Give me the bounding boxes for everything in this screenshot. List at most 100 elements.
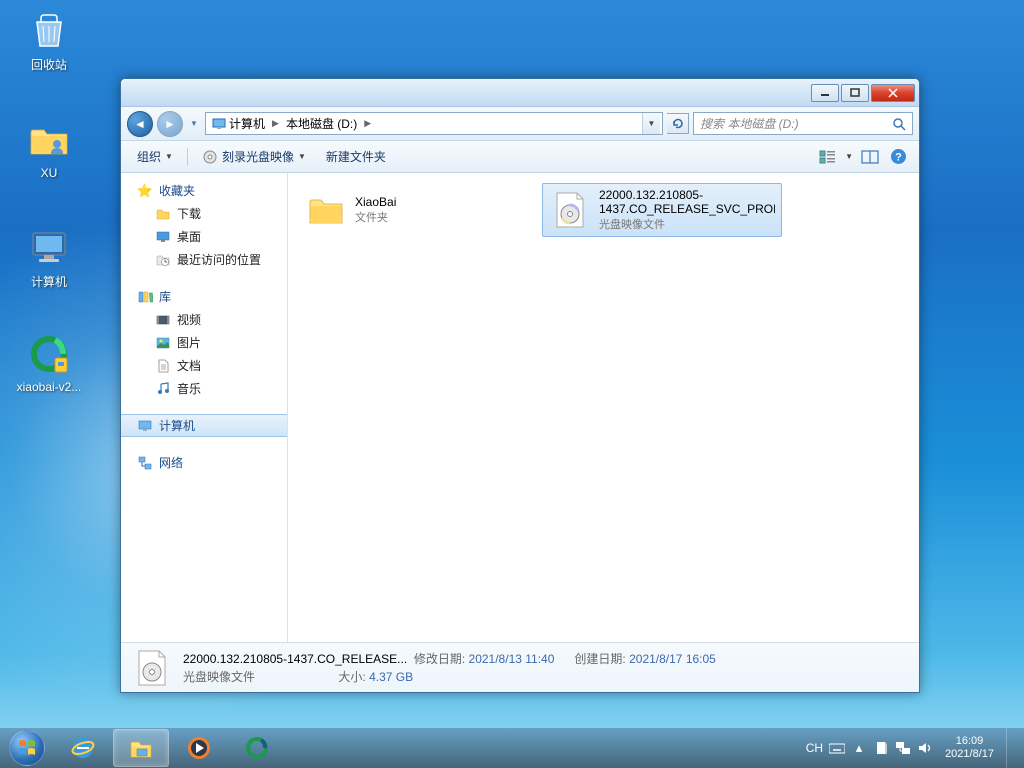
disc-icon (202, 149, 218, 165)
music-icon (155, 381, 171, 397)
desktop-icon-user-folder[interactable]: XU (12, 118, 86, 180)
sidebar-label: 图片 (177, 334, 201, 351)
keyboard-icon[interactable] (829, 740, 845, 756)
file-item-iso[interactable]: 22000.132.210805-1437.CO_RELEASE_SVC_PRO… (542, 183, 782, 237)
media-player-icon (185, 734, 213, 762)
back-button[interactable]: ◄ (127, 111, 153, 137)
file-area[interactable]: XiaoBai 文件夹 22000.132.210805-1437.CO_REL… (288, 173, 919, 642)
burn-disc-button[interactable]: 刻录光盘映像 ▼ (196, 145, 312, 168)
new-folder-button[interactable]: 新建文件夹 (320, 145, 392, 168)
desktop: 回收站 XU 计算机 xiaobai-v2... ◄ ► ▼ (0, 0, 1024, 728)
navigation-bar: ◄ ► ▼ 计算机 ▶ 本地磁盘 (D:) ▶ ▼ 搜索 本地磁盘 (D:) (121, 107, 919, 141)
status-label: 修改日期: (414, 652, 465, 666)
explorer-icon (127, 734, 155, 762)
chevron-down-icon[interactable]: ▼ (845, 152, 853, 161)
search-input[interactable]: 搜索 本地磁盘 (D:) (693, 112, 913, 135)
status-label: 大小: (338, 670, 365, 684)
address-bar[interactable]: 计算机 ▶ 本地磁盘 (D:) ▶ ▼ (205, 112, 663, 135)
file-name: XiaoBai (355, 195, 531, 209)
disc-image-icon (549, 189, 591, 231)
taskbar-explorer-button[interactable] (113, 729, 169, 767)
desktop-icon-label: XU (41, 166, 58, 180)
sidebar-item-pictures[interactable]: 图片 (121, 331, 287, 354)
nav-history-dropdown[interactable]: ▼ (187, 114, 201, 134)
breadcrumb-computer[interactable]: 计算机 (208, 115, 268, 132)
show-desktop-button[interactable] (1006, 728, 1018, 768)
taskbar-media-player-button[interactable] (171, 729, 227, 767)
refresh-button[interactable] (667, 113, 689, 134)
chevron-down-icon: ▼ (298, 152, 306, 161)
status-label: 创建日期: (574, 652, 625, 666)
forward-button[interactable]: ► (157, 111, 183, 137)
sidebar-favorites-head[interactable]: ⭐ 收藏夹 (121, 179, 287, 202)
star-icon: ⭐ (137, 183, 153, 199)
sidebar-item-desktop[interactable]: 桌面 (121, 225, 287, 248)
toolbar-label: 组织 (137, 148, 161, 165)
status-value: 2021/8/17 16:05 (629, 652, 716, 666)
sidebar-item-downloads[interactable]: 下载 (121, 202, 287, 225)
sidebar-label: 视频 (177, 311, 201, 328)
network-icon (137, 455, 153, 471)
tray-expand-icon[interactable]: ▴ (851, 740, 867, 756)
file-info: XiaoBai 文件夹 (355, 195, 531, 225)
sidebar-item-documents[interactable]: 文档 (121, 354, 287, 377)
recent-icon (155, 252, 171, 268)
folder-icon (27, 118, 71, 162)
chevron-right-icon[interactable]: ▶ (272, 118, 279, 129)
desktop-icon-label: 回收站 (31, 58, 67, 72)
recycle-bin-icon (27, 8, 71, 52)
sidebar-item-music[interactable]: 音乐 (121, 377, 287, 400)
organize-button[interactable]: 组织 ▼ (131, 145, 179, 168)
ie-icon (69, 734, 97, 762)
desktop-icon-xiaobai[interactable]: xiaobai-v2... (12, 332, 86, 394)
preview-pane-button[interactable] (859, 146, 881, 168)
desktop-icon-label: 计算机 (31, 275, 67, 289)
desktop-icon-recycle-bin[interactable]: 回收站 (12, 8, 86, 73)
sidebar-label: 桌面 (177, 228, 201, 245)
desktop-icon-computer[interactable]: 计算机 (12, 225, 86, 290)
sidebar-label: 库 (159, 288, 171, 305)
explorer-body: ⭐ 收藏夹 下载 桌面 最近访问的位置 库 视频 图片 文档 音乐 计算机 网络 (121, 173, 919, 642)
toolbar: 组织 ▼ 刻录光盘映像 ▼ 新建文件夹 ▼ ? (121, 141, 919, 173)
view-options-button[interactable] (817, 146, 839, 168)
sidebar-libraries-head[interactable]: 库 (121, 285, 287, 308)
breadcrumb-label: 计算机 (229, 115, 265, 132)
language-indicator[interactable]: CH (806, 741, 823, 755)
taskbar-ie-button[interactable] (55, 729, 111, 767)
sidebar-item-recent[interactable]: 最近访问的位置 (121, 248, 287, 271)
status-title: 22000.132.210805-1437.CO_RELEASE... (183, 652, 407, 666)
titlebar[interactable] (121, 79, 919, 107)
status-bar: 22000.132.210805-1437.CO_RELEASE... 修改日期… (121, 642, 919, 692)
sidebar-label: 文档 (177, 357, 201, 374)
network-icon[interactable] (895, 740, 911, 756)
minimize-button[interactable] (811, 84, 839, 102)
clock[interactable]: 16:09 2021/8/17 (939, 735, 1000, 761)
start-button[interactable] (0, 728, 54, 768)
maximize-button[interactable] (841, 84, 869, 102)
xiaobai-icon (243, 734, 271, 762)
file-item-folder[interactable]: XiaoBai 文件夹 (298, 183, 538, 237)
taskbar-xiaobai-button[interactable] (229, 729, 285, 767)
help-button[interactable]: ? (887, 146, 909, 168)
chevron-down-icon: ▼ (165, 152, 173, 161)
sidebar-label: 收藏夹 (159, 182, 195, 199)
close-button[interactable] (871, 84, 915, 102)
address-dropdown[interactable]: ▼ (642, 113, 660, 134)
chevron-right-icon[interactable]: ▶ (364, 118, 371, 129)
breadcrumb-drive[interactable]: 本地磁盘 (D:) (283, 115, 360, 132)
sidebar-network-head[interactable]: 网络 (121, 451, 287, 474)
sidebar-label: 最近访问的位置 (177, 251, 261, 268)
file-type: 光盘映像文件 (599, 216, 775, 232)
volume-icon[interactable] (917, 740, 933, 756)
action-center-icon[interactable] (873, 740, 889, 756)
status-value: 2021/8/13 11:40 (469, 652, 555, 666)
file-name: 22000.132.210805-1437.CO_RELEASE_SVC_PRO… (599, 188, 775, 217)
sidebar-computer-head[interactable]: 计算机 (121, 414, 287, 437)
computer-icon (27, 225, 71, 269)
sidebar-item-videos[interactable]: 视频 (121, 308, 287, 331)
sidebar: ⭐ 收藏夹 下载 桌面 最近访问的位置 库 视频 图片 文档 音乐 计算机 网络 (121, 173, 288, 642)
status-value: 4.37 GB (369, 670, 413, 684)
picture-icon (155, 335, 171, 351)
folder-icon (155, 206, 171, 222)
svg-text:?: ? (895, 152, 902, 164)
